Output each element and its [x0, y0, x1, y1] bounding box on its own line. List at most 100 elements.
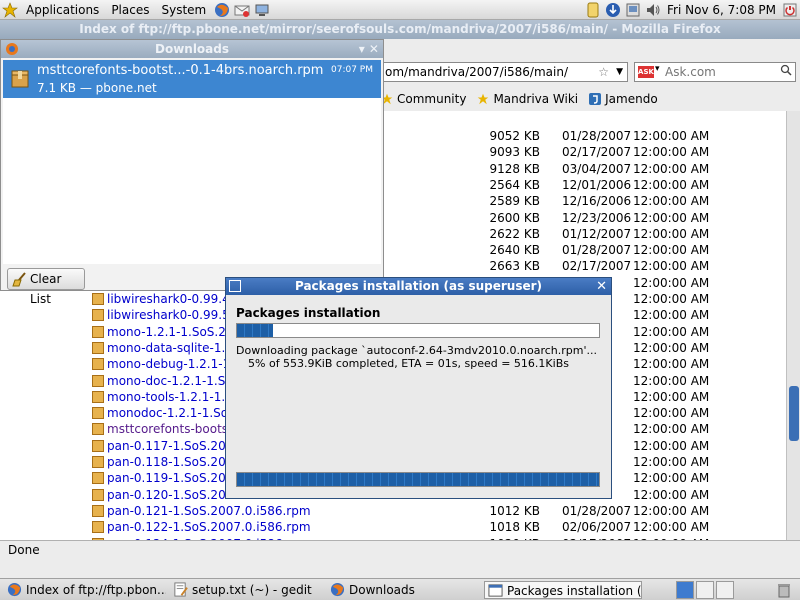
file-size: 1018 KB — [489, 520, 540, 535]
task-packages-installation[interactable]: Packages installation (... — [484, 581, 642, 599]
gnome-foot-icon[interactable] — [1, 1, 19, 19]
file-time: 12:00:00 AM — [633, 389, 710, 404]
file-link[interactable]: pan-0.121-1.SoS.2007.0.i586.rpm — [107, 503, 311, 519]
bookmark-mandriva-wiki[interactable]: Mandriva Wiki — [476, 92, 578, 106]
file-time: 12:00:00 AM — [633, 455, 710, 469]
clear-list-button[interactable]: Clear List — [7, 268, 85, 306]
workspace-2[interactable] — [696, 581, 714, 599]
file-size: 2663 KB — [489, 259, 540, 274]
page-scrollbar[interactable] — [786, 111, 800, 558]
bookmark-label: Mandriva Wiki — [493, 91, 579, 106]
close-icon[interactable]: ✕ — [596, 278, 607, 295]
file-size: 2589 KB — [489, 194, 540, 209]
firefox-titlebar[interactable]: Index of ftp://ftp.pbone.net/mirror/seer… — [0, 20, 800, 39]
package-progress-fill — [237, 324, 274, 337]
bookmark-community[interactable]: Community — [380, 92, 466, 106]
panel-tray: Fri Nov 6, 7:08 PM — [583, 0, 800, 20]
downloads-titlebar[interactable]: Downloads ▾ ✕ — [1, 40, 383, 58]
file-time: 12:00:00 AM — [633, 324, 710, 339]
downloads-list: msttcorefonts-bootst...-0.1-4brs.noarch.… — [3, 60, 381, 264]
task-gedit[interactable]: setup.txt (~) - gedit — [170, 581, 320, 599]
file-time: 12:00:00 AM — [633, 226, 710, 241]
file-time: 12:00:00 AM — [633, 194, 710, 209]
rpm-file-icon — [92, 488, 104, 501]
rpm-file-icon — [92, 456, 104, 468]
url-bar[interactable]: om/mandriva/2007/i586/main/ ☆ ▼ — [380, 62, 628, 82]
rpm-file-icon — [92, 439, 104, 452]
bookmark-star-icon[interactable]: ☆ — [598, 63, 609, 81]
file-link[interactable]: pan-0.122-1.SoS.2007.0.i586.rpm — [107, 519, 311, 535]
file-size: 2622 KB — [489, 226, 540, 241]
scrollbar-thumb[interactable] — [789, 386, 799, 441]
rpm-file-icon — [92, 521, 104, 534]
file-date: 02/06/2007 — [562, 520, 632, 535]
task-label: Packages installation (... — [507, 584, 642, 598]
network-status-icon[interactable] — [624, 1, 642, 19]
rpm-file-icon — [92, 390, 104, 403]
file-size: 9093 KB — [489, 145, 540, 160]
file-time: 12:00:00 AM — [633, 520, 710, 535]
file-time: 12:00:00 AM — [633, 438, 710, 453]
ask-engine-icon[interactable]: ASK — [638, 66, 654, 78]
packages-dialog-titlebar[interactable]: Packages installation (as superuser) ✕ — [226, 278, 611, 295]
trash-icon[interactable] — [775, 581, 793, 599]
task-firefox[interactable]: Index of ftp://ftp.pbon... — [4, 581, 166, 599]
text-editor-icon — [173, 582, 188, 597]
broom-icon — [12, 271, 28, 287]
rpm-file-icon — [92, 293, 104, 305]
file-time: 12:00:00 AM — [633, 308, 710, 323]
top-panel: Applications Places System Fri Nov 6, 7:… — [0, 0, 800, 20]
system-menu[interactable]: System — [155, 0, 212, 20]
file-size: 2564 KB — [489, 177, 540, 192]
file-time: 12:00:00 AM — [633, 259, 710, 274]
workspace-3[interactable] — [716, 581, 734, 599]
task-downloads[interactable]: Downloads — [327, 581, 477, 599]
file-link[interactable]: mono-doc-1.2.1-1.SoS — [107, 373, 240, 389]
task-label: setup.txt (~) - gedit — [192, 583, 312, 597]
rpm-file-icon — [92, 374, 104, 387]
file-link[interactable]: msttcorefonts-bootst — [107, 421, 233, 437]
search-input[interactable] — [665, 64, 777, 80]
places-menu[interactable]: Places — [105, 0, 155, 20]
file-row: pan-0.121-1.SoS.2007.0.i586.rpm 1012 KB 01… — [0, 503, 786, 519]
firefox-launcher-icon[interactable] — [213, 1, 231, 19]
search-engine-dropdown-icon[interactable]: ▾ — [655, 64, 660, 74]
file-time: 12:00:00 AM — [633, 275, 710, 290]
workspace-1[interactable] — [676, 581, 694, 599]
bookmark-jamendo[interactable]: Jamendo — [588, 92, 658, 106]
file-row: pan-0.122-1.SoS.2007.0.i586.rpm 1018 KB 02… — [0, 519, 786, 535]
bookmark-label: Jamendo — [605, 91, 658, 106]
applications-menu[interactable]: Applications — [20, 0, 105, 20]
volume-icon[interactable] — [644, 1, 662, 19]
bookmarks-toolbar: Community Mandriva Wiki Jamendo — [380, 88, 800, 109]
logout-icon[interactable] — [781, 1, 799, 19]
file-link[interactable]: mono-data-sqlite-1.2.1 — [107, 340, 244, 356]
jamendo-icon — [588, 92, 602, 106]
close-icon[interactable]: ▾ ✕ — [359, 40, 379, 58]
bookmark-label: Community — [397, 91, 467, 106]
file-date: 01/12/2007 — [562, 226, 632, 241]
search-icon[interactable] — [780, 64, 792, 79]
network-launcher-icon[interactable] — [253, 1, 271, 19]
file-time: 12:00:00 AM — [633, 357, 710, 372]
download-meta: 7.1 KB — pbone.net — [37, 81, 157, 95]
file-date: 01/28/2007 — [562, 129, 632, 143]
mail-launcher-icon[interactable] — [233, 1, 251, 19]
file-time: 12:00:00 AM — [633, 161, 710, 176]
file-date: 02/17/2007 — [562, 259, 632, 274]
download-filename: msttcorefonts-bootst...-0.1-4brs.noarch.… — [37, 63, 324, 78]
window-menu-icon[interactable] — [229, 280, 241, 292]
file-time: 12:00:00 AM — [633, 503, 710, 518]
update-icon[interactable] — [604, 1, 622, 19]
search-box[interactable]: ASK ▾ — [634, 62, 796, 82]
download-item[interactable]: msttcorefonts-bootst...-0.1-4brs.noarch.… — [3, 60, 381, 98]
notes-icon[interactable] — [584, 1, 602, 19]
firefox-icon — [330, 582, 345, 597]
file-date: 01/28/2007 — [562, 503, 632, 518]
window-menu-icon[interactable] — [5, 42, 19, 56]
download-progress-text: 5% of 553.9KiB completed, ETA = 01s, spe… — [248, 357, 569, 370]
url-dropdown-icon[interactable]: ▼ — [616, 63, 623, 81]
clock[interactable]: Fri Nov 6, 7:08 PM — [663, 3, 780, 17]
file-size: 2640 KB — [489, 243, 540, 258]
file-time: 12:00:00 AM — [633, 292, 710, 306]
